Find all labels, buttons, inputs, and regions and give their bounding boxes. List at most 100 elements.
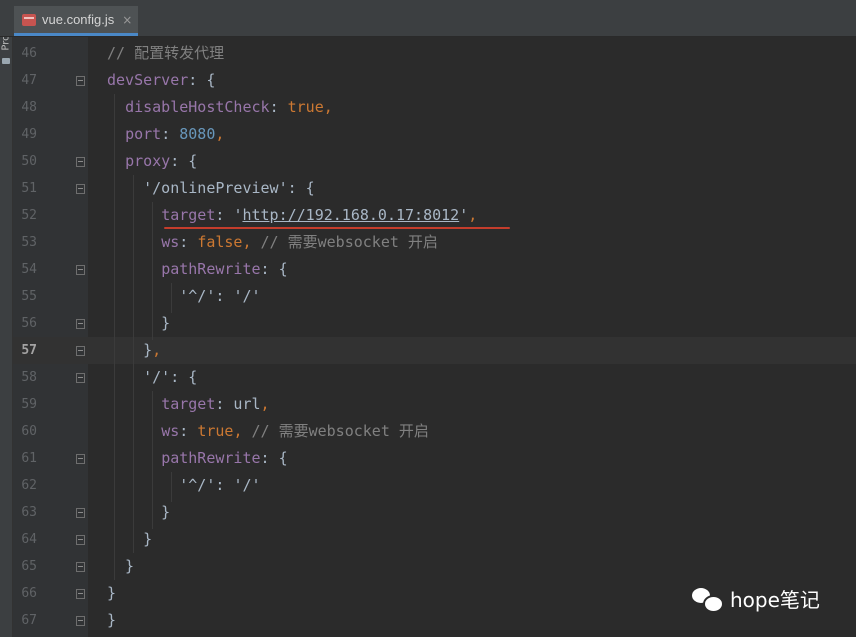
code-token: // 需要websocket 开启 (260, 233, 438, 251)
fold-icon[interactable] (76, 157, 85, 167)
code-line[interactable]: port: 8080, (107, 121, 224, 148)
code-token: false (197, 233, 243, 251)
code-token: : (161, 125, 180, 143)
code-token: , (323, 98, 333, 116)
editor-tab-bar: vue.config.js × (0, 0, 856, 37)
line-number: 55 (21, 289, 37, 304)
code-token: '^/' (179, 287, 216, 305)
indent-guide (152, 391, 153, 529)
code-token: '^/' (179, 476, 216, 494)
line-number: 67 (21, 613, 37, 628)
code-token: , (215, 125, 225, 143)
code-line[interactable]: } (107, 310, 170, 337)
code-token: // 配置转发代理 (107, 44, 225, 62)
code-token: : { (260, 449, 288, 467)
code-token: port (125, 125, 162, 143)
code-line[interactable]: } (107, 553, 134, 580)
code-line[interactable]: '/onlinePreview': { (107, 175, 315, 202)
fold-icon[interactable] (76, 616, 85, 626)
code-line[interactable]: target: url, (107, 391, 270, 418)
code-line[interactable]: disableHostCheck: true, (107, 94, 333, 121)
line-number: 57 (21, 343, 37, 358)
line-number: 54 (21, 262, 37, 277)
line-number: 53 (21, 235, 37, 250)
code-token: '/' (233, 476, 261, 494)
line-number: 64 (21, 532, 37, 547)
code-line[interactable]: ws: false, // 需要websocket 开启 (107, 229, 438, 256)
code-token: } (107, 314, 171, 332)
code-line[interactable]: } (107, 607, 116, 634)
code-line[interactable]: }, (107, 337, 161, 364)
code-line[interactable]: } (107, 580, 116, 607)
code-token: : (215, 476, 234, 494)
code-line[interactable]: target: 'http://192.168.0.17:8012', (107, 202, 477, 229)
line-number: 52 (21, 208, 37, 223)
fold-icon[interactable] (76, 535, 85, 545)
fold-icon[interactable] (76, 319, 85, 329)
fold-icon[interactable] (76, 373, 85, 383)
indent-guide (152, 202, 153, 340)
code-token: : (269, 98, 288, 116)
fold-icon[interactable] (76, 589, 85, 599)
line-number: 59 (21, 397, 37, 412)
code-token: disableHostCheck (125, 98, 270, 116)
folder-icon (2, 58, 10, 64)
code-line[interactable]: pathRewrite: { (107, 445, 288, 472)
code-token: true (197, 422, 234, 440)
code-token: : { (188, 71, 216, 89)
fold-icon[interactable] (76, 76, 85, 86)
code-token: ws (161, 233, 180, 251)
code-line[interactable]: pathRewrite: { (107, 256, 287, 283)
code-line[interactable]: } (107, 499, 170, 526)
close-icon[interactable]: × (122, 13, 132, 27)
tab-label: vue.config.js (42, 12, 115, 27)
indent-guide (171, 472, 172, 502)
fold-icon[interactable] (76, 184, 85, 194)
code-line[interactable]: '/': { (107, 364, 197, 391)
code-line[interactable]: devServer: { (107, 67, 215, 94)
code-token: : (215, 206, 234, 224)
fold-icon[interactable] (76, 508, 85, 518)
fold-icon[interactable] (76, 562, 85, 572)
code-token: pathRewrite (161, 260, 261, 278)
project-tool-window-strip[interactable]: Project (0, 0, 13, 637)
indent-guide (133, 175, 134, 553)
fold-icon[interactable] (76, 265, 85, 275)
code-line[interactable]: proxy: { (107, 148, 197, 175)
code-line[interactable]: '^/': '/' (107, 472, 261, 499)
code-token: target (161, 395, 216, 413)
indent-guide (171, 283, 172, 313)
line-number: 49 (21, 127, 37, 142)
code-token: , (260, 395, 270, 413)
line-number: 47 (21, 73, 37, 88)
line-number: 63 (21, 505, 37, 520)
line-number: 46 (21, 46, 37, 61)
watermark-text: hope笔记 (730, 587, 820, 612)
code-line[interactable]: // 配置转发代理 (107, 40, 224, 67)
code-token: : { (287, 179, 315, 197)
code-token: http://192.168.0.17:8012 (242, 206, 460, 224)
code-token: : url (215, 395, 261, 413)
code-line[interactable]: '^/': '/' (107, 283, 261, 310)
indent-guide (114, 94, 115, 580)
code-token: '/' (233, 287, 261, 305)
line-number: 58 (21, 370, 37, 385)
line-number: 48 (21, 100, 37, 115)
fold-icon[interactable] (76, 346, 85, 356)
line-number: 61 (21, 451, 37, 466)
fold-icon[interactable] (76, 454, 85, 464)
code-token: : { (170, 368, 198, 386)
code-token: : (179, 233, 198, 251)
tab-vue-config[interactable]: vue.config.js × (14, 6, 138, 36)
code-line[interactable]: ws: true, // 需要websocket 开启 (107, 418, 429, 445)
